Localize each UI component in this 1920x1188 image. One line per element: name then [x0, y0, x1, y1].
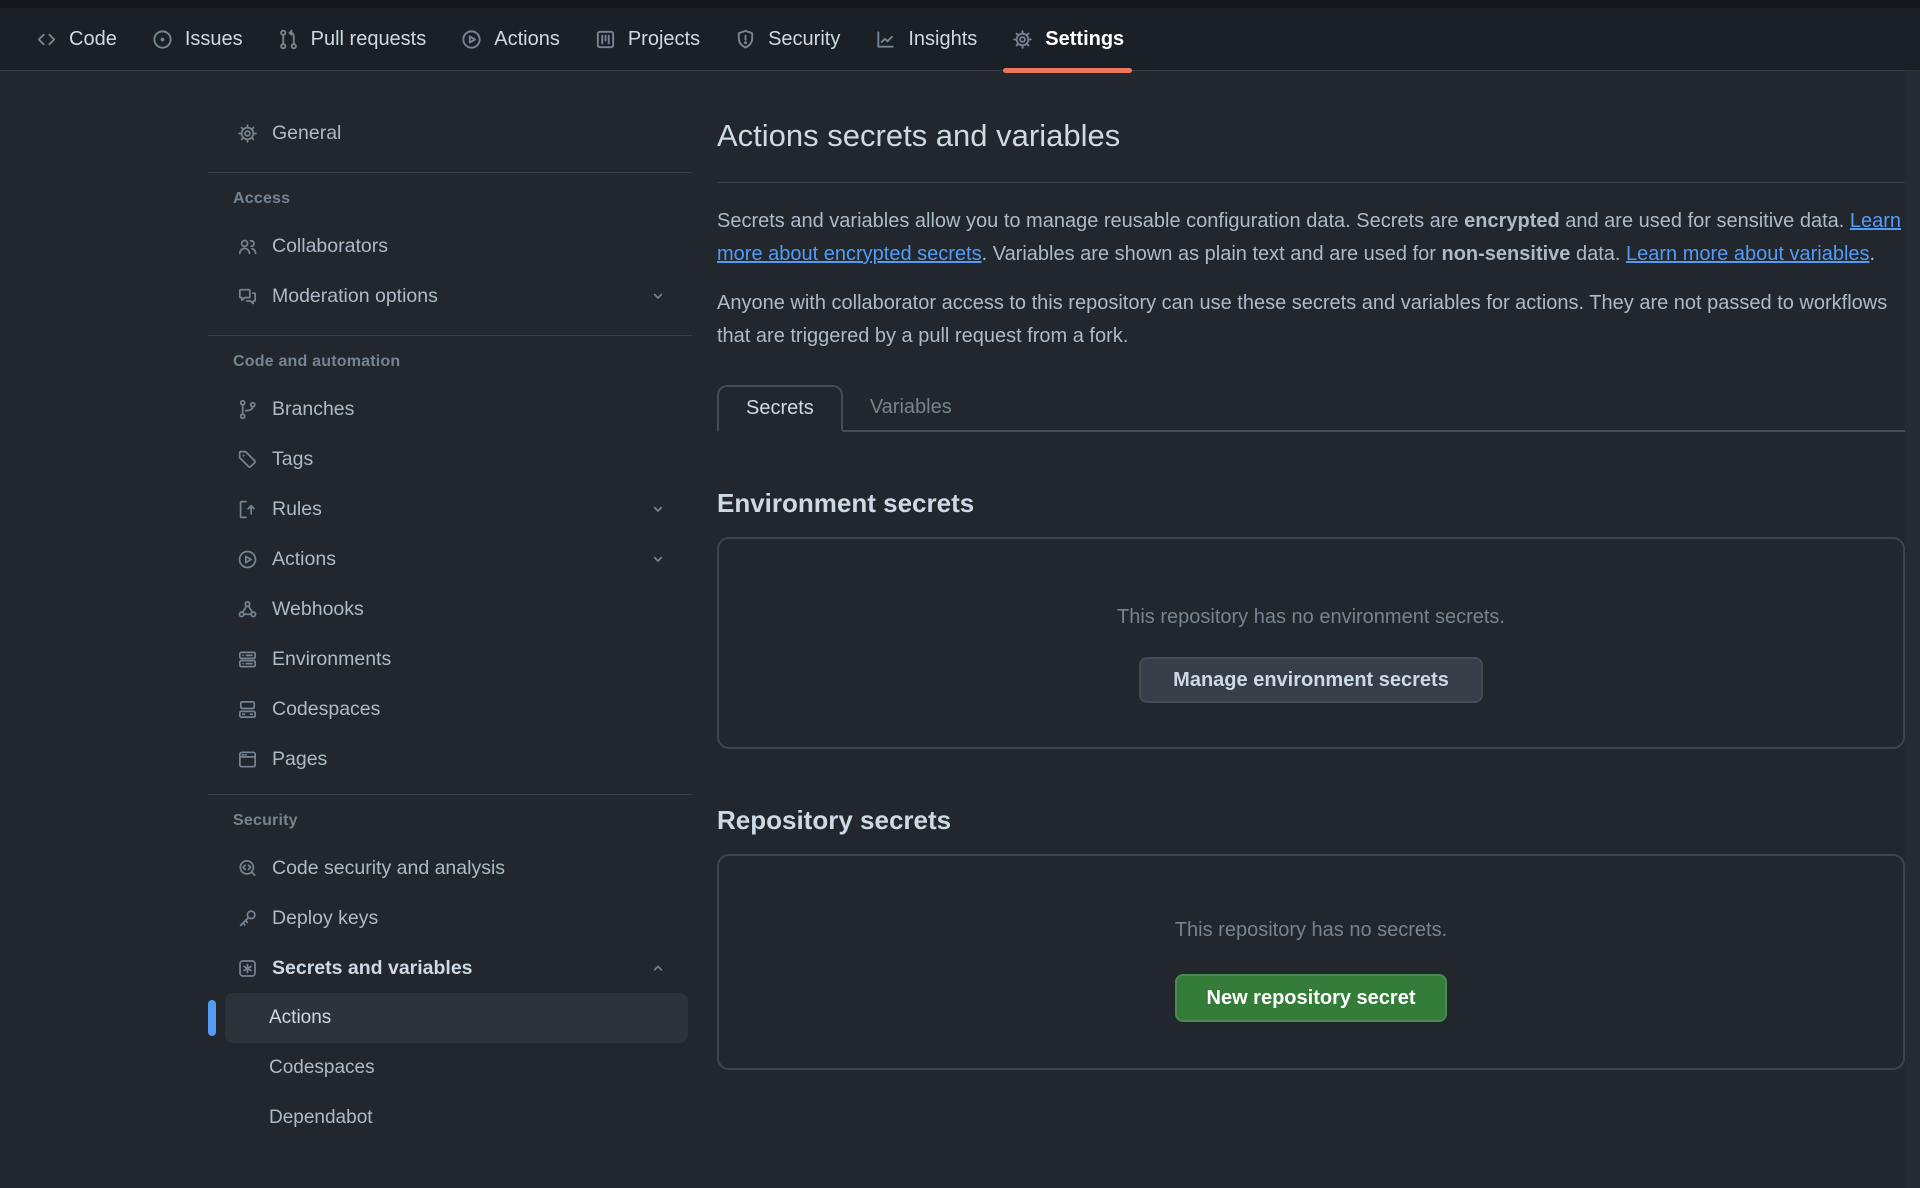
nav-tab-settings[interactable]: Settings	[994, 8, 1141, 70]
repo-tab-bar: Code Issues Pull requests Actions Projec…	[0, 0, 1920, 71]
graph-icon	[874, 28, 897, 51]
repository-secrets-empty-message: This repository has no secrets.	[1175, 918, 1447, 942]
manage-environment-secrets-button[interactable]: Manage environment secrets	[1139, 657, 1483, 703]
secrets-variables-tabnav: Secrets Variables	[717, 385, 1905, 432]
learn-more-link[interactable]: Learn more about variables	[1626, 243, 1869, 265]
shield-icon	[734, 28, 757, 51]
project-icon	[594, 28, 617, 51]
sidebar-item-codespaces[interactable]: Codespaces	[208, 684, 692, 734]
window-top-strip	[0, 0, 1920, 8]
scrollbar-track[interactable]	[1905, 70, 1920, 1188]
intro-paragraph: Secrets and variables allow you to manag…	[717, 205, 1905, 271]
play-icon	[460, 28, 483, 51]
sidebar-item-webhooks[interactable]: Webhooks	[208, 584, 692, 634]
chevron-down-icon	[648, 549, 668, 569]
main-content: Actions secrets and variables Secrets an…	[717, 118, 1905, 1070]
sidebar-divider	[208, 335, 692, 336]
server-icon	[236, 648, 259, 671]
sidebar-divider	[208, 172, 692, 173]
nav-tab-code[interactable]: Code	[18, 8, 134, 70]
sidebar-item-rules[interactable]: Rules	[208, 484, 692, 534]
issue-opened-icon	[151, 28, 174, 51]
nav-tab-actions[interactable]: Actions	[443, 8, 577, 70]
repository-secrets-heading: Repository secrets	[717, 805, 1905, 836]
webhook-icon	[236, 598, 259, 621]
settings-sidebar: General Access Collaborators Moderation …	[208, 108, 692, 1143]
sidebar-subitem-dependabot[interactable]: Dependabot	[225, 1093, 688, 1143]
sidebar-section-code-and-automation: Code and automation	[208, 353, 692, 371]
comment-discussion-icon	[236, 285, 259, 308]
sidebar-item-moderation-options[interactable]: Moderation options	[208, 271, 692, 321]
sidebar-subitem-codespaces[interactable]: Codespaces	[225, 1043, 688, 1093]
sidebar-item-secrets-and-variables[interactable]: Secrets and variables	[208, 943, 692, 993]
gear-icon	[236, 122, 259, 145]
sidebar-item-actions[interactable]: Actions	[208, 534, 692, 584]
nav-tab-security[interactable]: Security	[717, 8, 857, 70]
sidebar-subitem-actions[interactable]: Actions	[225, 993, 688, 1043]
nav-tab-projects[interactable]: Projects	[577, 8, 717, 70]
sidebar-item-tags[interactable]: Tags	[208, 434, 692, 484]
key-icon	[236, 907, 259, 930]
nav-tab-pull-requests[interactable]: Pull requests	[260, 8, 444, 70]
code-icon	[35, 28, 58, 51]
sidebar-divider	[208, 794, 692, 795]
sidebar-section-security: Security	[208, 812, 692, 830]
chevron-down-icon	[648, 286, 668, 306]
environment-secrets-empty-message: This repository has no environment secre…	[1117, 605, 1505, 629]
codespaces-icon	[236, 698, 259, 721]
page-title: Actions secrets and variables	[717, 118, 1905, 183]
new-repository-secret-button[interactable]: New repository secret	[1175, 974, 1448, 1022]
sidebar-item-deploy-keys[interactable]: Deploy keys	[208, 893, 692, 943]
nav-tab-issues[interactable]: Issues	[134, 8, 260, 70]
rules-icon	[236, 498, 259, 521]
asterisk-box-icon	[236, 957, 259, 980]
tab-variables[interactable]: Variables	[843, 385, 979, 430]
sidebar-item-pages[interactable]: Pages	[208, 734, 692, 784]
pull-request-icon	[277, 28, 300, 51]
environment-secrets-box: This repository has no environment secre…	[717, 537, 1905, 749]
environment-secrets-heading: Environment secrets	[717, 488, 1905, 519]
people-icon	[236, 235, 259, 258]
gear-icon	[1011, 28, 1034, 51]
sidebar-item-environments[interactable]: Environments	[208, 634, 692, 684]
sidebar-section-access: Access	[208, 190, 692, 208]
play-icon	[236, 548, 259, 571]
sidebar-item-branches[interactable]: Branches	[208, 384, 692, 434]
repository-secrets-box: This repository has no secrets. New repo…	[717, 854, 1905, 1070]
git-branch-icon	[236, 398, 259, 421]
browser-icon	[236, 748, 259, 771]
tag-icon	[236, 448, 259, 471]
chevron-up-icon	[648, 958, 668, 978]
nav-tab-insights[interactable]: Insights	[857, 8, 994, 70]
sidebar-item-code-security-and-analysis[interactable]: Code security and analysis	[208, 843, 692, 893]
sidebar-item-general[interactable]: General	[208, 108, 692, 158]
chevron-down-icon	[648, 499, 668, 519]
tab-secrets[interactable]: Secrets	[717, 385, 843, 432]
sidebar-item-collaborators[interactable]: Collaborators	[208, 221, 692, 271]
codescan-icon	[236, 857, 259, 880]
note-paragraph: Anyone with collaborator access to this …	[717, 287, 1905, 353]
